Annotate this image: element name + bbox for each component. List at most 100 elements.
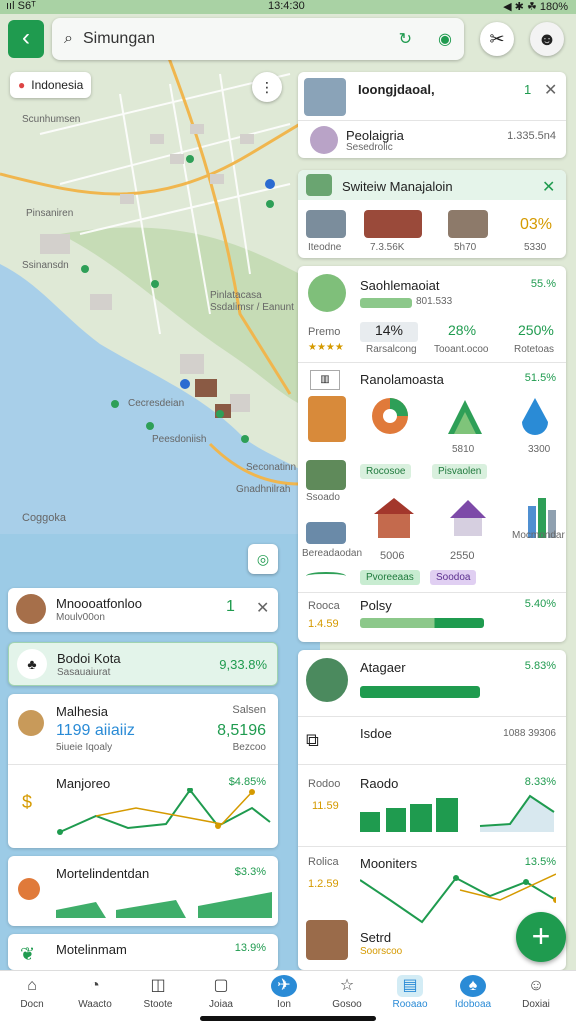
- tag-pill[interactable]: Pisvaolen: [432, 464, 488, 479]
- stat-col-value: 250%: [518, 322, 554, 338]
- back-button[interactable]: ‹: [8, 20, 44, 58]
- nav-item-favorites[interactable]: ☆ Gosoo: [319, 975, 375, 1010]
- nav-item-explore[interactable]: ◔ Waacto: [67, 975, 123, 1010]
- left-card-2[interactable]: ♣ Bodoi Kota Sasauaiurat 9,33.8%: [8, 642, 278, 686]
- section-title: Switeiw Manajaloin: [342, 179, 453, 194]
- tag-pill[interactable]: Soodoa: [430, 570, 477, 585]
- stat-col-label: Rarsalcong: [366, 344, 417, 355]
- left-card-1[interactable]: Mnoooatfonloo Moulv00on 1 ✕: [8, 588, 278, 632]
- close-icon[interactable]: ✕: [256, 598, 269, 618]
- nav-item-library[interactable]: ▤ Rooaao: [382, 975, 438, 1010]
- close-icon[interactable]: ✕: [542, 177, 555, 197]
- left-card-3[interactable]: Malhesia Salsen 1199 aiiaiiz 8,5196 5iue…: [8, 694, 278, 848]
- chart-symbol-icon: $: [22, 792, 33, 812]
- left-card-pct: $4.85%: [228, 776, 266, 788]
- nav-item-stats[interactable]: ◫ Stoote: [130, 975, 186, 1010]
- sidebar-label: Rodoo: [308, 778, 341, 790]
- status-left: ııl S6ᵀ: [6, 0, 36, 12]
- nav-item-home[interactable]: ⌂ Docn: [4, 975, 60, 1010]
- thumb-image[interactable]: [364, 210, 422, 238]
- thumb-value: 03%: [520, 216, 553, 233]
- sidebar-label: Rooca: [308, 600, 340, 612]
- scissors-icon: ✂: [489, 29, 505, 49]
- nav-label: Doxiai: [522, 999, 550, 1010]
- search-input[interactable]: Simungan: [83, 30, 399, 48]
- sidebar-label: Ssoado: [306, 492, 340, 503]
- left-card-6[interactable]: ❦ Motelinmam 13.9%: [8, 934, 278, 970]
- left-card-title: Motelinmam: [56, 942, 127, 957]
- tools-button[interactable]: ✂: [480, 22, 514, 56]
- top-card[interactable]: Ioongjdaoal, 1 ✕ Peolaigria Sesedrolic 1…: [298, 72, 566, 158]
- nav-item-docs[interactable]: ▢ Joiaa: [193, 975, 249, 1010]
- compass-icon: ◔: [90, 977, 100, 994]
- locate-icon: ◎: [256, 551, 270, 567]
- stat-thumbnail: [308, 274, 346, 312]
- nav-label: Gosoo: [332, 999, 362, 1010]
- nav-item-profile[interactable]: ☺ Doxiai: [508, 975, 564, 1010]
- left-card-5[interactable]: Mortelindentdan $3.3%: [8, 856, 278, 926]
- code-icon: ⧉: [306, 730, 319, 750]
- list-title: Raodo: [360, 776, 399, 791]
- side-thumbnail[interactable]: [306, 522, 346, 544]
- map-label: Pinlatacasa: [210, 290, 262, 301]
- map-label: Seconatinn: [246, 462, 297, 473]
- section-card[interactable]: Switeiw Manajaloin ✕ 03% Iteodne 7.3.56K…: [298, 170, 566, 258]
- left-card-big: 1199 aiiaiiz: [56, 722, 135, 739]
- thumb-image[interactable]: [306, 210, 346, 238]
- nav-label: Waacto: [78, 999, 112, 1010]
- detail-panel: Saohlemaoiat 55.% 801.533 Premo ★★★★ 14%…: [298, 266, 566, 642]
- profile-button[interactable]: ☻: [530, 22, 564, 56]
- tag-pill[interactable]: Pvoreeaas: [360, 570, 420, 585]
- list-sub: Soorscoo: [360, 946, 403, 957]
- search-icon: ⌕: [64, 30, 73, 47]
- map-label: Ssdalimsr / Eanunt: [210, 302, 294, 313]
- left-card-title: Mortelindentdan: [56, 866, 150, 881]
- add-button[interactable]: +: [516, 912, 566, 962]
- book-icon: ▤: [397, 975, 423, 997]
- refresh-icon[interactable]: ↻: [399, 29, 412, 49]
- home-indicator: [200, 1016, 376, 1021]
- locate-button[interactable]: ◎: [248, 544, 278, 574]
- search-bar[interactable]: ⌕ Simungan ↻ ◉: [52, 18, 464, 60]
- location-chip-label: Indonesia: [31, 78, 84, 92]
- section-thumbnail: [306, 174, 332, 196]
- side-thumbnail[interactable]: [306, 460, 346, 490]
- close-icon[interactable]: ✕: [544, 80, 557, 100]
- nav-item-nature[interactable]: ♠ Idoboaa: [445, 975, 501, 1010]
- left-card-sub: 5iueie Iqoaly: [56, 742, 113, 753]
- line-chart: [57, 788, 271, 835]
- list-value: 1088 39306: [503, 728, 556, 739]
- nav-label: Joiaa: [209, 999, 233, 1010]
- bar-mini-chart: [360, 794, 555, 832]
- nav-label: Idoboaa: [454, 999, 492, 1010]
- calendar-icon: ▥: [310, 370, 340, 390]
- location-chip[interactable]: ● Indonesia: [10, 72, 92, 98]
- nav-label: Rooaao: [392, 999, 428, 1010]
- map-label: Peesdoniish: [152, 434, 207, 445]
- tag-pill[interactable]: Rocosoe: [360, 464, 412, 479]
- more-button[interactable]: ⋮: [252, 72, 282, 102]
- nav-item-travel[interactable]: ✈ Ion: [256, 975, 312, 1010]
- thumb-image[interactable]: [448, 210, 488, 238]
- left-card-sub: Moulv00on: [56, 612, 105, 623]
- chart-icon: ◫: [150, 977, 166, 994]
- left-card-count: 1: [226, 598, 235, 615]
- building-label: Mocmondar: [512, 530, 565, 541]
- side-thumbnail[interactable]: [308, 396, 346, 442]
- policy-pct: 5.40%: [524, 598, 556, 610]
- location-icon[interactable]: ◉: [438, 29, 452, 49]
- tree-icon: ♣: [17, 649, 47, 679]
- place-thumbnail: [18, 710, 44, 736]
- top-card-item-sub: Sesedrolic: [346, 142, 393, 153]
- nav-label: Docn: [20, 999, 44, 1010]
- list-pct: 13.5%: [524, 856, 556, 868]
- left-card-title: Bodoi Kota: [57, 651, 121, 666]
- sidebar-label: Bereadaodan: [302, 548, 363, 559]
- google-icon: ●: [18, 78, 26, 92]
- top-card-item-value: 1.335.5n4: [507, 130, 556, 142]
- left-card-big2: 8,5196: [217, 722, 266, 739]
- left-card-pct: $3.3%: [234, 866, 266, 878]
- person-thumbnail: [304, 78, 346, 116]
- radar-pct: 51.5%: [524, 372, 556, 384]
- left-card-sub2: Bezcoo: [232, 742, 266, 753]
